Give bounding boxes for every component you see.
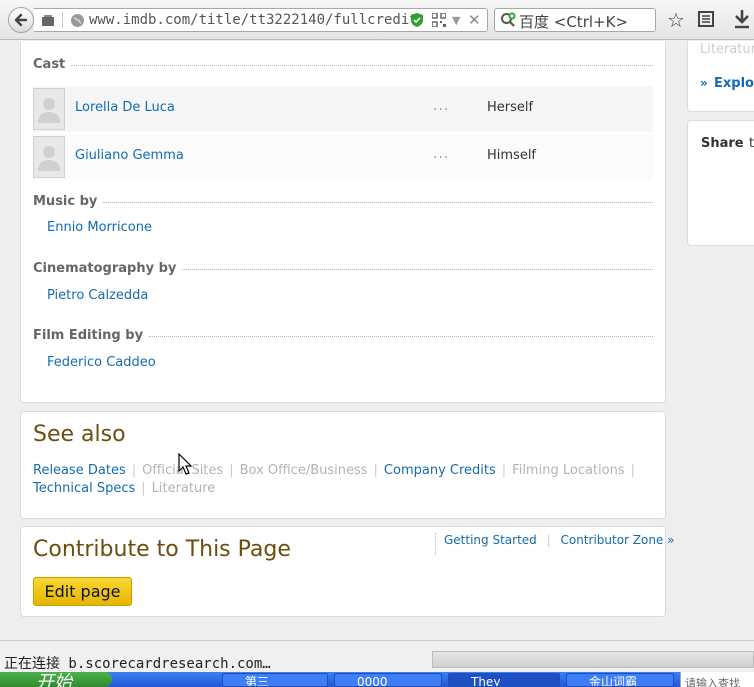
share-panel: Share t [687, 120, 754, 246]
status-text: 正在连接 b.scorecardresearch.com… [4, 656, 271, 672]
taskbar-item[interactable]: 金山词霸 [566, 673, 674, 687]
see-also-links-line-1: Release Dates | Official Sites | Box Office/… [33, 463, 635, 478]
mouse-cursor-icon [178, 453, 192, 475]
heading-divider [103, 202, 653, 203]
status-bar: 正在连接 b.scorecardresearch.com… [0, 640, 754, 672]
heading-divider [182, 269, 653, 270]
taskbar-search[interactable]: 请输入查找 [680, 672, 754, 687]
contribute-links: Getting Started | Contributor Zone » [435, 533, 675, 555]
dropdown-arrow-icon[interactable]: ▼ [452, 14, 460, 27]
cast-row: Giuliano Gemma ... Himself [33, 134, 653, 180]
person-placeholder-icon [38, 98, 60, 123]
back-arrow-icon [14, 13, 28, 27]
cast-character: Himself [487, 148, 537, 163]
person-placeholder-icon [38, 146, 60, 171]
taskbar-item[interactable]: They [448, 673, 560, 687]
edit-page-button[interactable]: Edit page [33, 577, 132, 606]
quick-launch[interactable] [128, 673, 188, 687]
cinematography-heading-row: Cinematography by [33, 259, 653, 277]
url-text[interactable]: www.imdb.com/title/tt3222140/fullcredits [89, 12, 413, 30]
cast-heading: Cast [33, 56, 66, 72]
cast-character: Herself [487, 100, 534, 115]
filming-locations-link: Filming Locations [512, 463, 625, 478]
back-button[interactable] [8, 7, 34, 33]
contributor-zone-link[interactable]: Contributor Zone » [560, 533, 674, 547]
taskbar-search-placeholder: 请输入查找 [685, 677, 740, 687]
address-bar[interactable]: www.imdb.com/title/tt3222140/fullcredits… [34, 8, 488, 32]
globe-icon [71, 14, 84, 27]
sidebar-explore-partial[interactable]: Explo [714, 76, 754, 91]
search-placeholder: 百度 <Ctrl+K> [519, 13, 628, 31]
share-heading-partial: Share [701, 136, 744, 151]
share-heading-partial-next: t [749, 136, 754, 151]
editing-heading-row: Film Editing by [33, 326, 653, 344]
avatar[interactable] [33, 88, 65, 130]
see-also-links-line-2: Technical Specs | Literature [33, 481, 216, 496]
reader-view-icon[interactable] [697, 10, 715, 28]
sidebar-panel: Literature » Explo [687, 41, 754, 112]
taskbar-item[interactable]: 0000 [334, 673, 442, 687]
tab-list-icon[interactable] [41, 14, 55, 28]
heading-divider [149, 336, 653, 337]
box-office-link: Box Office/Business [239, 463, 368, 478]
page-content: Cast Lorella De Luca ... Herself Giulian… [0, 41, 754, 640]
cast-name-link[interactable]: Giuliano Gemma [75, 148, 184, 163]
status-scrollbar[interactable] [432, 651, 754, 668]
cinematography-heading: Cinematography by [33, 260, 177, 276]
heading-divider [71, 65, 653, 66]
cast-name-link[interactable]: Lorella De Luca [75, 100, 175, 115]
qr-code-icon[interactable] [432, 13, 446, 27]
editing-heading: Film Editing by [33, 327, 144, 343]
crew-name-link[interactable]: Ennio Morricone [47, 220, 152, 235]
bookmark-star-icon[interactable]: ☆ [667, 8, 685, 32]
taskbar-item[interactable]: 第三 [222, 673, 328, 687]
music-heading: Music by [33, 193, 98, 209]
contribute-panel: Contribute to This Page Getting Started … [20, 526, 675, 617]
cast-ellipsis: ... [433, 98, 450, 114]
technical-specs-link[interactable]: Technical Specs [33, 481, 135, 496]
chevron-down-icon: » [700, 76, 708, 90]
shield-icon[interactable] [410, 12, 424, 28]
sidebar-literature-partial[interactable]: Literature [700, 42, 754, 57]
cast-heading-row: Cast [33, 55, 653, 73]
full-credits-panel: Cast Lorella De Luca ... Herself Giulian… [20, 41, 666, 403]
getting-started-link[interactable]: Getting Started [444, 533, 537, 547]
browser-toolbar: www.imdb.com/title/tt3222140/fullcredits… [0, 0, 754, 40]
see-also-panel: See also Release Dates | Official Sites | Bo… [20, 411, 666, 519]
search-icon [501, 12, 516, 27]
cast-row: Lorella De Luca ... Herself [33, 86, 653, 132]
release-dates-link[interactable]: Release Dates [33, 463, 126, 478]
company-credits-link[interactable]: Company Credits [384, 463, 496, 478]
see-also-title: See also [33, 422, 126, 447]
download-icon[interactable] [733, 9, 751, 29]
literature-link: Literature [151, 481, 216, 496]
contribute-title: Contribute to This Page [33, 537, 291, 562]
avatar[interactable] [33, 136, 65, 178]
crew-name-link[interactable]: Pietro Calzedda [47, 288, 148, 303]
start-button[interactable]: 开始 [0, 672, 112, 687]
windows-taskbar: 开始 第三 0000 They 金山词霸 请输入查找 [0, 672, 754, 687]
search-input[interactable]: 百度 <Ctrl+K> [494, 8, 656, 32]
crew-name-link[interactable]: Federico Caddeo [47, 355, 156, 370]
cast-ellipsis: ... [433, 146, 450, 162]
music-heading-row: Music by [33, 192, 653, 210]
close-icon[interactable]: ✕ [468, 11, 481, 29]
